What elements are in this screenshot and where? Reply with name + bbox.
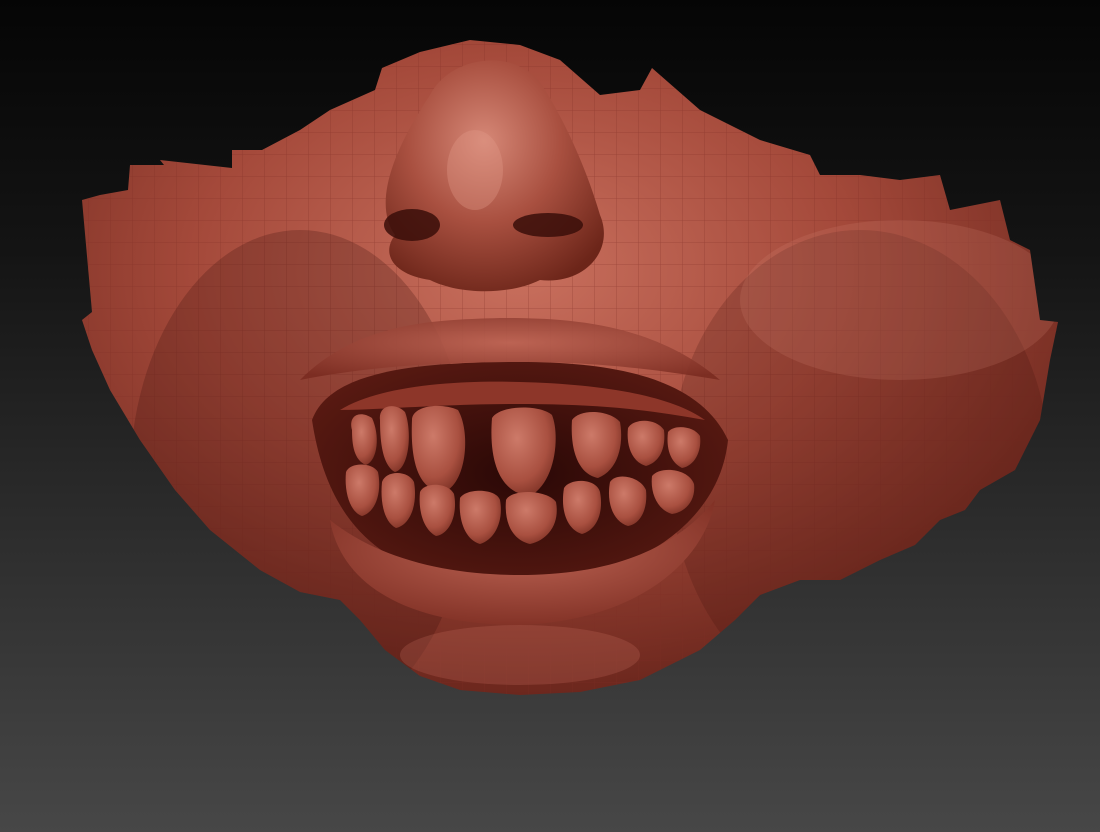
right-nostril — [513, 213, 583, 237]
left-nostril — [384, 209, 440, 241]
sculpted-mesh[interactable] — [0, 0, 1100, 832]
sculpt-viewport[interactable] — [0, 0, 1100, 832]
